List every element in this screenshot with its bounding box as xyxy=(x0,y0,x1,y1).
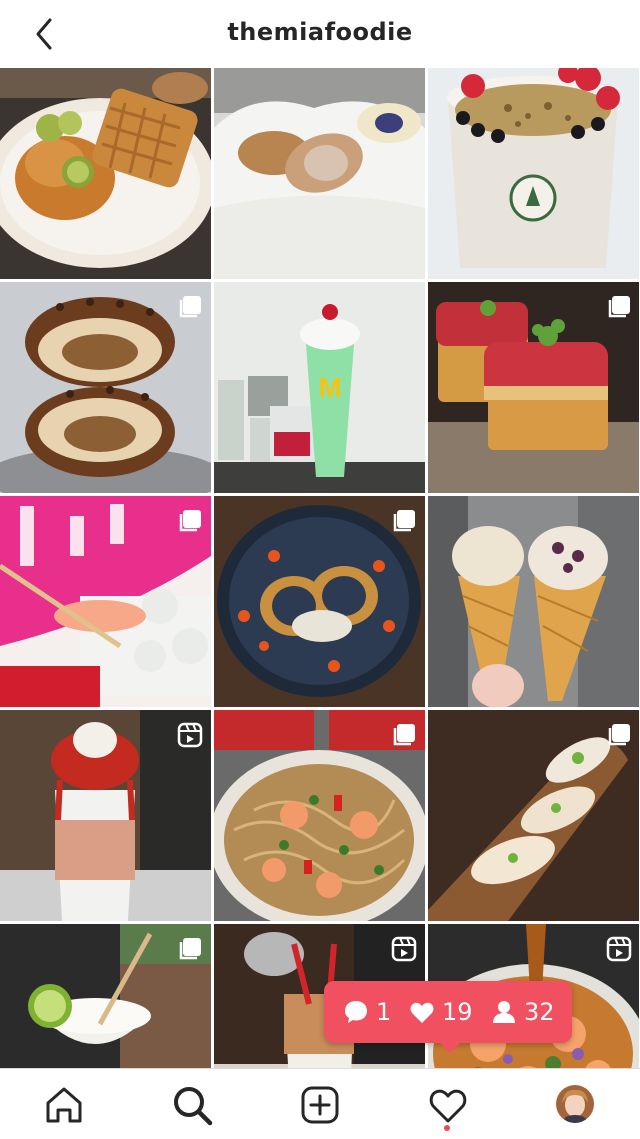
reel-icon xyxy=(606,936,632,962)
carousel-icon xyxy=(393,510,415,532)
activity-heart-icon[interactable] xyxy=(426,1083,470,1127)
grid-post-stuffed-donut[interactable] xyxy=(0,282,211,493)
avatar-image xyxy=(556,1085,594,1123)
profile-avatar[interactable] xyxy=(556,1085,594,1123)
post-image xyxy=(214,68,425,279)
grid-post-tuna-toast[interactable] xyxy=(428,282,640,493)
carousel-icon xyxy=(608,296,630,318)
likes-count-item: 19 xyxy=(408,995,473,1029)
activity-indicator-dot xyxy=(444,1125,450,1131)
grid-post-green-shake[interactable]: M xyxy=(214,282,425,493)
carousel-icon xyxy=(179,938,201,960)
carousel-icon xyxy=(393,724,415,746)
grid-post-nigiri-board[interactable] xyxy=(428,710,640,921)
grid-post-margarita[interactable] xyxy=(0,924,211,1068)
post-image: M xyxy=(214,282,425,493)
grid-post-shrimp-noodles[interactable] xyxy=(214,710,425,921)
comment-icon xyxy=(345,1001,367,1023)
profile-username-title: themiafoodie xyxy=(227,18,413,46)
bottom-navigation xyxy=(0,1068,640,1139)
post-image xyxy=(428,68,639,279)
reel-icon xyxy=(391,936,417,962)
comments-count: 1 xyxy=(376,998,392,1026)
add-post-icon[interactable] xyxy=(298,1083,342,1127)
likes-count: 19 xyxy=(442,998,473,1026)
search-icon[interactable] xyxy=(170,1083,214,1127)
grid-post-strawberry-shake[interactable] xyxy=(0,710,211,921)
carousel-icon xyxy=(608,724,630,746)
top-bar: themiafoodie xyxy=(0,0,640,68)
carousel-icon xyxy=(179,296,201,318)
grid-post-shrimp-sushi[interactable] xyxy=(0,496,211,707)
grid-post-bread-basket[interactable] xyxy=(214,68,425,279)
home-icon[interactable] xyxy=(42,1083,86,1127)
grid-post-waffle-cones[interactable] xyxy=(428,496,640,707)
grid-post-strawberry-cup[interactable] xyxy=(428,68,640,279)
post-image xyxy=(0,68,211,279)
reel-icon xyxy=(177,722,203,748)
follows-count: 32 xyxy=(524,998,555,1026)
comments-count-item: 1 xyxy=(342,995,391,1029)
follows-count-item: 32 xyxy=(490,995,555,1029)
post-image xyxy=(428,496,639,707)
grid-post-tostada-plate[interactable] xyxy=(214,496,425,707)
person-icon xyxy=(493,1001,515,1023)
carousel-icon xyxy=(179,510,201,532)
grid-post-chicken-waffles[interactable] xyxy=(0,68,211,279)
heart-icon xyxy=(410,1002,434,1023)
activity-notification-bubble[interactable]: 1 19 32 xyxy=(324,981,572,1053)
svg-text:M: M xyxy=(318,372,341,403)
post-grid: M xyxy=(0,68,640,1068)
